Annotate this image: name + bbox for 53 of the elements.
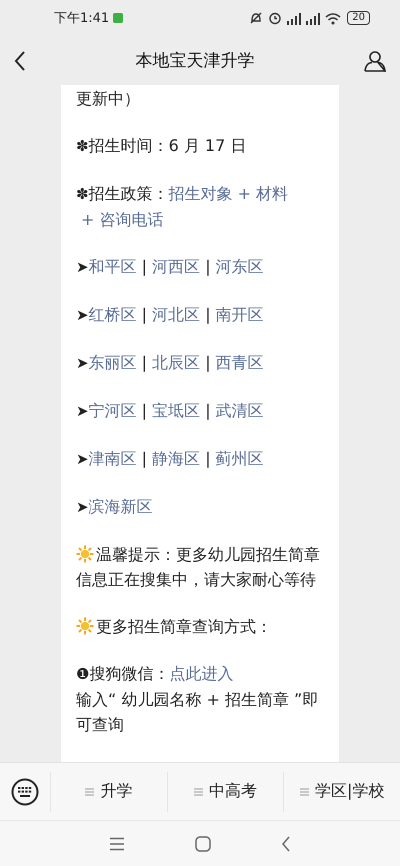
article-link[interactable]: 宁河区 [88, 401, 137, 420]
app-notification-icon [113, 13, 124, 23]
signal-icon [287, 12, 302, 24]
signal-icon [306, 12, 320, 24]
article-link[interactable]: 南开区 [216, 305, 264, 324]
article-paragraph: ➤宁河区 | 宝坻区 | 武清区 [76, 400, 265, 422]
article-link[interactable]: 宝坻区 [152, 401, 200, 420]
menu-button[interactable]: 学区|学校 [283, 772, 400, 812]
article-link[interactable]: 蓟州区 [216, 449, 264, 468]
article-link[interactable]: 北辰区 [152, 353, 200, 372]
sun-icon [76, 545, 94, 563]
article-link[interactable]: 武清区 [216, 401, 264, 420]
article-link[interactable]: 河北区 [152, 305, 200, 324]
article-link[interactable]: + 咨询电话 [81, 210, 164, 229]
article-paragraph: ➤津南区 | 静海区 | 蓟州区 [76, 448, 265, 470]
article-link[interactable]: 河东区 [216, 257, 264, 276]
article-link[interactable]: 东丽区 [88, 353, 137, 372]
wifi-icon [325, 12, 342, 24]
menu-icon[interactable] [109, 836, 125, 850]
status-time: 下午1:41 [54, 10, 110, 27]
article-paragraph: ➤滨海新区 [76, 496, 154, 518]
profile-icon[interactable] [364, 50, 386, 72]
article-paragraph: 输入“ 幼儿园名称 + 招生简章 ”即可查询 [76, 689, 320, 736]
article-link[interactable]: 点此进入 [169, 664, 234, 683]
article-paragraph: 更新中） [76, 88, 141, 110]
article-link[interactable]: 滨海新区 [88, 497, 153, 516]
article-paragraph: 温馨提示：更多幼儿园招生简章信息正在搜集中，请大家耐心等待 [76, 544, 321, 591]
keyboard-icon[interactable] [11, 778, 39, 806]
alarm-icon [268, 11, 282, 25]
battery-level: 20 [347, 11, 370, 25]
article-paragraph: ➤红桥区 | 河北区 | 南开区 [76, 304, 265, 326]
article-link[interactable]: 和平区 [88, 257, 137, 276]
article-paragraph: ➤东丽区 | 北辰区 | 西青区 [76, 352, 265, 374]
menu-lines-icon [194, 788, 203, 796]
menu-lines-icon [300, 788, 309, 796]
article-link[interactable]: 津南区 [88, 449, 137, 468]
home-icon[interactable] [195, 836, 211, 852]
article-link[interactable]: 河西区 [152, 257, 200, 276]
article-link[interactable]: 招生对象 + 材料 [168, 184, 288, 203]
page-title: 本地宝天津升学 [136, 50, 254, 72]
article-paragraph: ➤和平区 | 河西区 | 河东区 [76, 256, 265, 278]
article-paragraph: ❶搜狗微信：点此进入 [76, 663, 234, 685]
sun-icon [76, 617, 94, 635]
article-link[interactable]: 静海区 [152, 449, 200, 468]
article-paragraph: ✽招生政策：招生对象 + 材料 + 咨询电话 [76, 183, 290, 231]
menu-button[interactable]: 升学 [50, 772, 167, 812]
menu-button[interactable]: 中高考 [166, 772, 284, 812]
article-paragraph: ✽招生时间：6 月 17 日 [76, 135, 248, 157]
article-paragraph: 更多招生简章查询方式： [76, 614, 324, 639]
article-link[interactable]: 红桥区 [88, 305, 137, 324]
menu-lines-icon [85, 788, 94, 796]
article-link[interactable]: 西青区 [216, 353, 264, 372]
back-icon[interactable] [14, 50, 26, 70]
